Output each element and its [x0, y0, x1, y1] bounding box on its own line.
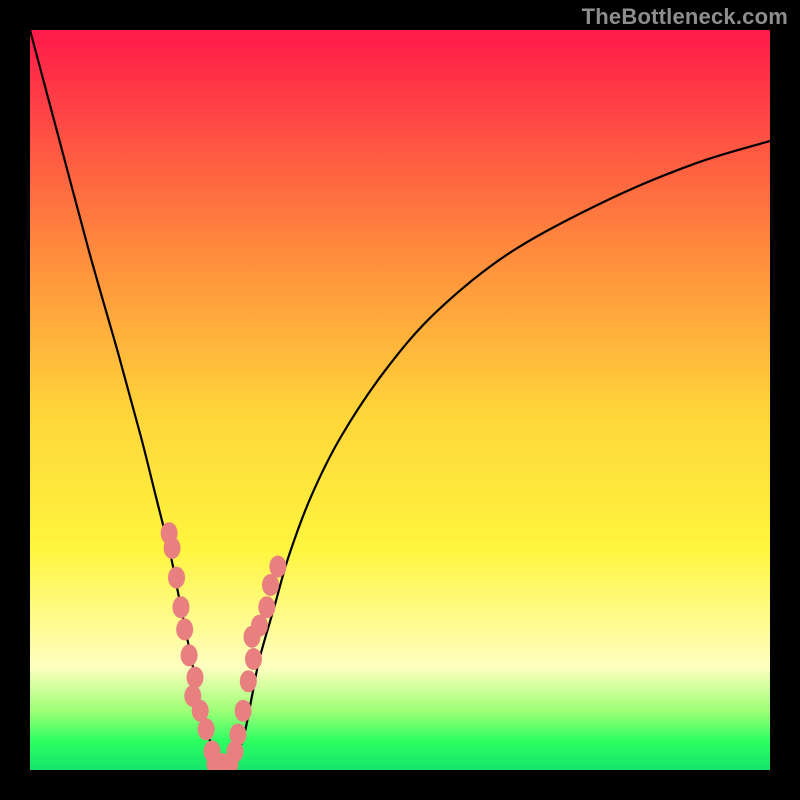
sample-marker [164, 537, 181, 559]
watermark-text: TheBottleneck.com [582, 4, 788, 30]
gradient-background [30, 30, 770, 770]
sample-marker [240, 670, 257, 692]
sample-marker [235, 700, 252, 722]
sample-marker [172, 596, 189, 618]
sample-marker [269, 556, 286, 578]
sample-marker [198, 718, 215, 740]
sample-marker [258, 596, 275, 618]
sample-marker [245, 648, 262, 670]
sample-marker [168, 567, 185, 589]
sample-marker [229, 723, 246, 745]
sample-marker [187, 667, 204, 689]
sample-marker [176, 618, 193, 640]
sample-marker [181, 644, 198, 666]
chart-svg [30, 30, 770, 770]
plot-area [30, 30, 770, 770]
chart-frame: TheBottleneck.com [0, 0, 800, 800]
